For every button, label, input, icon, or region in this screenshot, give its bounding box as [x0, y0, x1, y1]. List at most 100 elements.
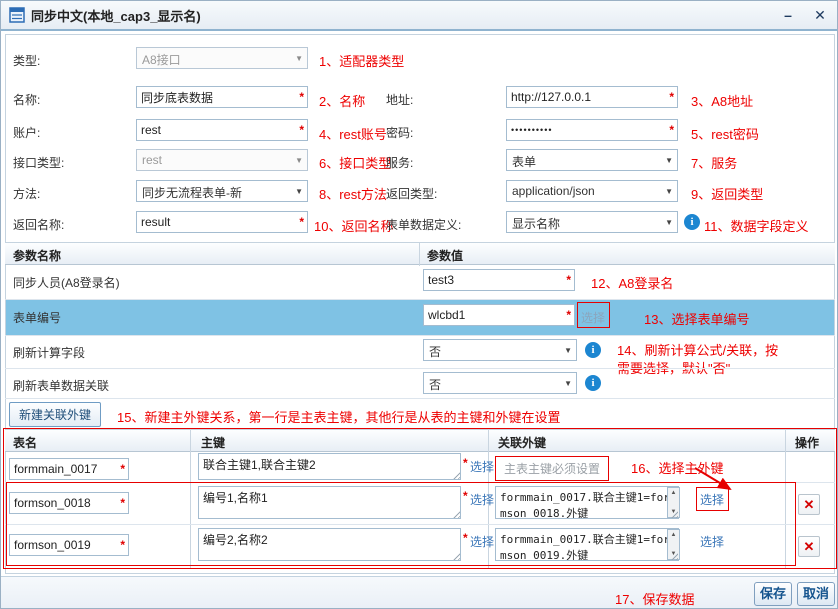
fk-table-name-wrap: * — [9, 458, 129, 480]
chevron-down-icon: ▼ — [665, 156, 673, 165]
account-input[interactable] — [136, 119, 308, 141]
service-label: 服务: — [386, 154, 413, 171]
service-select[interactable]: 表单 ▼ — [506, 149, 678, 171]
interface-type-select-value: rest — [142, 153, 162, 167]
dialog-title: 同步中文(本地_cap3_显示名) — [31, 6, 201, 25]
row-divider — [5, 524, 835, 525]
new-fk-button[interactable]: 新建关联外键 — [9, 402, 101, 427]
fk-value-textarea[interactable]: formmain_0017.联合主键1=formson_0019.外键 — [495, 528, 679, 561]
password-input[interactable] — [506, 119, 678, 141]
fk-header-pk: 主键 — [201, 434, 225, 451]
spinner-down-icon[interactable]: ▼ — [671, 551, 677, 557]
param-value-wrap: * — [423, 269, 575, 291]
pk-select-link[interactable]: 选择 — [470, 458, 494, 475]
method-label: 方法: — [13, 185, 40, 202]
annotation-10: 10、返回名称 — [314, 216, 393, 235]
pk-select-link[interactable]: 选择 — [470, 533, 494, 550]
select-form-code-link[interactable]: 选择 — [581, 309, 605, 326]
row-divider — [5, 482, 835, 483]
fk-select-link[interactable]: 选择 — [700, 533, 724, 550]
save-button[interactable]: 保存 — [754, 582, 792, 606]
spinner-up-icon[interactable]: ▲ — [671, 490, 677, 496]
minimize-button[interactable]: – — [777, 5, 799, 25]
table-name-input[interactable] — [9, 534, 129, 556]
chevron-down-icon: ▼ — [665, 187, 673, 196]
form-data-def-label: 表单数据定义: — [386, 216, 461, 233]
column-divider — [419, 243, 420, 266]
fk-table-name-wrap: * — [9, 492, 129, 514]
name-label: 名称: — [13, 91, 40, 108]
spinner-down-icon[interactable]: ▼ — [671, 509, 677, 515]
method-select-value: 同步无流程表单-新 — [142, 186, 242, 200]
return-type-select-value: application/json — [512, 184, 595, 198]
chevron-down-icon: ▼ — [295, 156, 303, 165]
annotation-14-line1: 14、刷新计算公式/关联，按 — [617, 340, 778, 359]
info-icon[interactable]: i — [585, 342, 601, 358]
required-mark: * — [566, 308, 571, 322]
return-name-label: 返回名称: — [13, 216, 64, 233]
form-code-input[interactable] — [423, 304, 575, 326]
annotation-3: 3、A8地址 — [691, 91, 753, 110]
required-mark: * — [299, 90, 304, 104]
column-divider — [190, 429, 191, 568]
delete-row-button[interactable]: ✕ — [798, 494, 820, 515]
row-divider — [5, 368, 835, 369]
type-label: 类型: — [13, 52, 40, 69]
table-name-input[interactable] — [9, 458, 129, 480]
table-name-input[interactable] — [9, 492, 129, 514]
form-grid-icon — [9, 7, 25, 23]
delete-row-button[interactable]: ✕ — [798, 536, 820, 557]
fk-value-textarea[interactable]: formmain_0017.联合主键1=formson_0018.外键 — [495, 486, 679, 519]
param-table-header: 参数名称 参数值 — [5, 242, 835, 265]
required-mark: * — [120, 538, 125, 552]
address-input-wrap: * — [506, 86, 678, 108]
annotation-5: 5、rest密码 — [691, 124, 759, 143]
sync-user-input[interactable] — [423, 269, 575, 291]
pk-textarea[interactable]: 联合主键1,联合主键2 — [198, 453, 461, 480]
type-select[interactable]: A8接口 ▼ — [136, 47, 308, 69]
refresh-calc-select[interactable]: 否 ▼ — [423, 339, 577, 361]
form-data-def-select-value: 显示名称 — [512, 217, 560, 231]
spinner-control[interactable]: ▲▼ — [667, 529, 680, 560]
spinner-control[interactable]: ▲▼ — [667, 487, 680, 518]
param-row-name: 刷新计算字段 — [13, 344, 85, 361]
param-row-name: 刷新表单数据关联 — [13, 377, 109, 394]
close-icon[interactable]: ✕ — [809, 5, 831, 25]
fk-header-fk: 关联外键 — [498, 434, 546, 451]
pk-textarea[interactable]: 编号1,名称1 — [198, 486, 461, 519]
annotation-13: 13、选择表单编号 — [644, 309, 749, 328]
info-icon[interactable]: i — [585, 375, 601, 391]
address-input[interactable] — [506, 86, 678, 108]
chevron-down-icon: ▼ — [295, 54, 303, 63]
required-mark: * — [669, 90, 674, 104]
address-label: 地址: — [386, 91, 413, 108]
info-icon[interactable]: i — [684, 214, 700, 230]
row-divider — [5, 398, 835, 399]
fk-header-table: 表名 — [13, 434, 37, 451]
fk-select-link[interactable]: 选择 — [700, 491, 724, 508]
titlebar: 同步中文(本地_cap3_显示名) – ✕ — [1, 1, 838, 31]
annotation-7: 7、服务 — [691, 153, 737, 172]
required-mark: * — [120, 462, 125, 476]
annotation-16: 16、选择主外键 — [631, 458, 723, 477]
pk-select-link[interactable]: 选择 — [470, 491, 494, 508]
fk-note: 主表主键必须设置 — [495, 456, 609, 481]
return-type-select[interactable]: application/json ▼ — [506, 180, 678, 202]
form-data-def-select[interactable]: 显示名称 ▼ — [506, 211, 678, 233]
annotation-12: 12、A8登录名 — [591, 273, 673, 292]
chevron-down-icon: ▼ — [295, 187, 303, 196]
required-mark: * — [120, 496, 125, 510]
refresh-relation-select[interactable]: 否 ▼ — [423, 372, 577, 394]
method-select[interactable]: 同步无流程表单-新 ▼ — [136, 180, 308, 202]
fk-table-header: 表名 主键 关联外键 操作 — [5, 429, 835, 452]
return-type-label: 返回类型: — [386, 185, 437, 202]
param-name-header: 参数名称 — [13, 247, 61, 264]
required-mark: * — [299, 215, 304, 229]
return-name-input[interactable] — [136, 211, 308, 233]
cancel-button[interactable]: 取消 — [797, 582, 835, 606]
param-row-name: 同步人员(A8登录名) — [13, 274, 120, 291]
pk-textarea[interactable]: 编号2,名称2 — [198, 528, 461, 561]
interface-type-select[interactable]: rest ▼ — [136, 149, 308, 171]
spinner-up-icon[interactable]: ▲ — [671, 532, 677, 538]
name-input[interactable] — [136, 86, 308, 108]
